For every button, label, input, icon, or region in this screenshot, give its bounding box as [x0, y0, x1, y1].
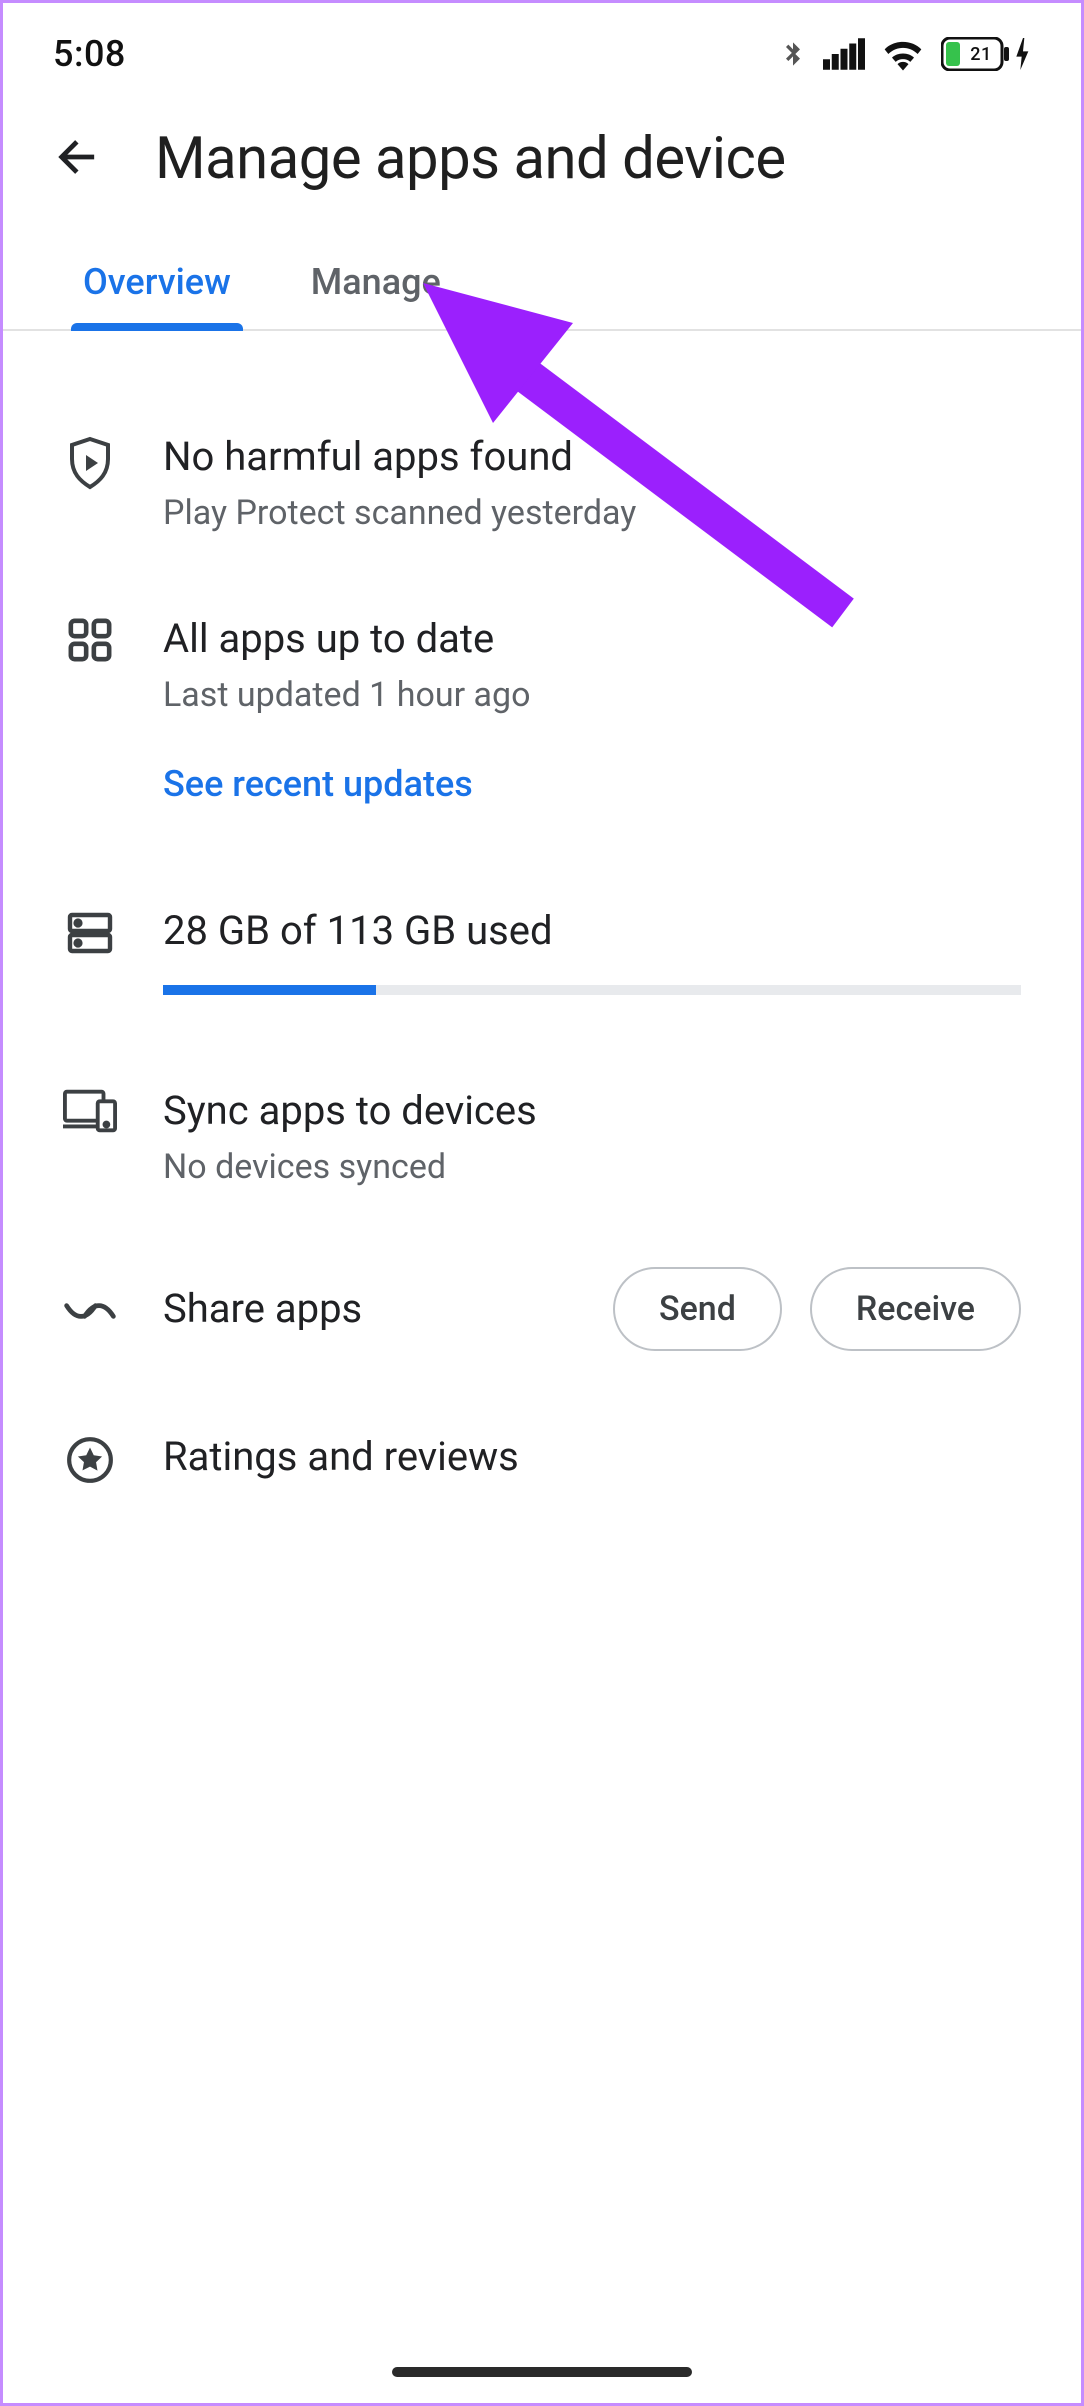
share-row: Share apps Send Receive	[63, 1227, 1021, 1391]
star-circle-icon	[65, 1435, 115, 1485]
status-bar: 5:08 21	[3, 3, 1081, 85]
tab-bar: Overview Manage	[3, 243, 1081, 331]
tab-manage[interactable]: Manage	[291, 243, 461, 329]
tab-overview[interactable]: Overview	[63, 243, 251, 329]
header: Manage apps and device	[3, 85, 1081, 243]
signal-icon	[823, 36, 865, 72]
see-recent-updates-link[interactable]: See recent updates	[163, 763, 473, 805]
ratings-title: Ratings and reviews	[163, 1431, 1021, 1483]
shield-play-icon	[65, 435, 115, 491]
updates-row[interactable]: All apps up to date Last updated 1 hour …	[63, 573, 1021, 845]
receive-button[interactable]: Receive	[810, 1267, 1021, 1351]
devices-icon	[63, 1089, 117, 1133]
share-title: Share apps	[163, 1283, 362, 1335]
content: No harmful apps found Play Protect scann…	[3, 331, 1081, 1525]
back-button[interactable]	[53, 131, 105, 187]
status-time: 5:08	[53, 33, 126, 75]
updates-title: All apps up to date	[163, 613, 1021, 665]
ratings-row[interactable]: Ratings and reviews	[63, 1391, 1021, 1525]
storage-icon	[66, 909, 114, 957]
bluetooth-icon	[779, 34, 807, 74]
share-nearby-icon	[63, 1293, 117, 1329]
sync-row[interactable]: Sync apps to devices No devices synced	[63, 1035, 1021, 1227]
storage-progress	[163, 985, 1021, 995]
play-protect-row[interactable]: No harmful apps found Play Protect scann…	[63, 391, 1021, 573]
status-icons: 21	[779, 34, 1031, 74]
sync-subtitle: No devices synced	[163, 1147, 1021, 1187]
send-button[interactable]: Send	[613, 1267, 782, 1351]
svg-text:21: 21	[970, 44, 991, 65]
nav-handle[interactable]	[392, 2367, 692, 2377]
updates-subtitle: Last updated 1 hour ago	[163, 675, 1021, 715]
wifi-icon	[881, 37, 925, 71]
storage-row[interactable]: 28 GB of 113 GB used	[63, 845, 1021, 1035]
protect-title: No harmful apps found	[163, 431, 1021, 483]
arrow-left-icon	[53, 131, 105, 183]
page-title: Manage apps and device	[155, 125, 786, 193]
apps-grid-icon	[67, 617, 113, 663]
protect-subtitle: Play Protect scanned yesterday	[163, 493, 1021, 533]
storage-label: 28 GB of 113 GB used	[163, 905, 1021, 957]
battery-icon: 21	[941, 37, 1031, 71]
sync-title: Sync apps to devices	[163, 1085, 1021, 1137]
